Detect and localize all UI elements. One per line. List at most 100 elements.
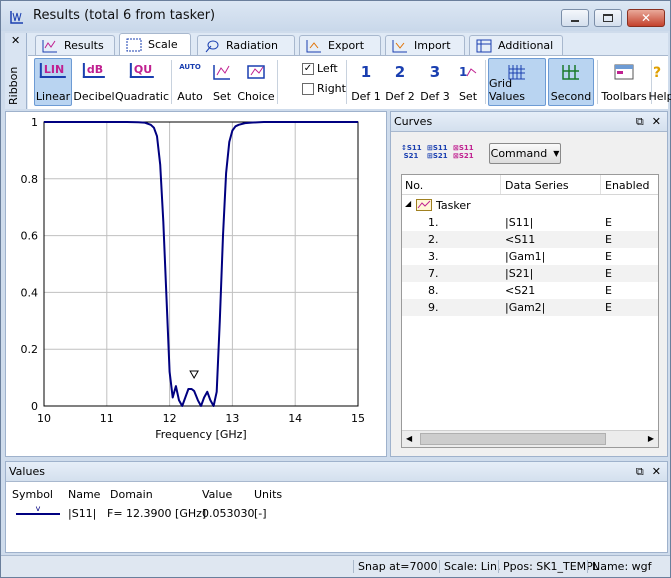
column-header-value[interactable]: Value xyxy=(202,488,232,501)
column-header-series[interactable]: Data Series xyxy=(505,175,601,194)
toolbars-button[interactable]: Toolbars xyxy=(600,58,648,106)
table-row[interactable]: 2. <S11 E xyxy=(402,231,658,248)
left-checkbox-box[interactable]: ✓ xyxy=(302,62,314,75)
set-def-icon: 1 xyxy=(459,65,477,79)
values-row[interactable]: v |S11| F= 12.3900 [GHz] 0.053030 [-] xyxy=(6,504,667,522)
left-axis-checkbox[interactable]: ✓ Left xyxy=(302,62,338,75)
ribbon-separator xyxy=(597,60,598,104)
group-s11-s21-icon[interactable]: ⊞S11 ⊞S21 xyxy=(427,144,448,162)
ribbon-separator xyxy=(277,60,278,104)
column-header-symbol[interactable]: Symbol xyxy=(12,488,53,501)
x-tick-label: 10 xyxy=(37,412,51,425)
def2-button[interactable]: 2 Def 2 xyxy=(384,58,416,106)
ribbon-side-label: Ribbon xyxy=(7,66,20,105)
results-app-icon xyxy=(10,11,23,24)
ribbon-separator xyxy=(171,60,172,104)
values-panel-header: Values ⧉ ✕ xyxy=(6,462,667,482)
close-panel-icon[interactable]: ✕ xyxy=(652,115,661,129)
restore-icon xyxy=(603,14,613,22)
right-checkbox-box[interactable] xyxy=(302,82,314,95)
linear-button[interactable]: LIN Linear xyxy=(34,58,72,106)
curves-panel-header: Curves ⧉ ✕ xyxy=(391,112,667,132)
curves-table-header: No. Data Series Enabled xyxy=(402,175,658,195)
table-row[interactable]: 3. |Gam1| E xyxy=(402,248,658,265)
set-scale-button[interactable]: Set xyxy=(208,58,236,106)
collapse-arrow-icon[interactable]: ◢ xyxy=(405,199,411,208)
y-tick-label: 1 xyxy=(31,116,38,129)
s11-chart[interactable]: 10 11 12 13 14 15 0 0.2 0.4 0.6 0.8 1 Frequency [GHz… xyxy=(6,112,386,456)
select-s11-s21-icon[interactable]: ⊠S11 ⊠S21 xyxy=(453,144,474,162)
set-def-button[interactable]: 1 Set xyxy=(454,58,482,106)
values-panel: Values ⧉ ✕ Symbol Name Domain Value Unit… xyxy=(5,461,668,553)
title-bar: Results (total 6 from tasker) ✕ xyxy=(1,1,670,31)
status-snap: Snap at=7000 xyxy=(353,560,437,573)
export-tab-icon xyxy=(306,39,321,52)
table-row[interactable]: 9. |Gam2| E xyxy=(402,299,658,316)
curves-tree: No. Data Series Enabled ◢ Tasker 1. |S11… xyxy=(401,174,659,448)
curves-panel-title: Curves xyxy=(394,115,433,128)
scroll-left-icon[interactable]: ◀ xyxy=(406,434,412,443)
help-button[interactable]: ? Help xyxy=(648,58,671,106)
grid-values-button[interactable]: Grid Values xyxy=(488,58,546,106)
def1-icon: 1 xyxy=(360,63,372,81)
close-button[interactable]: ✕ xyxy=(627,9,665,27)
right-axis-checkbox[interactable]: Right xyxy=(302,82,346,95)
y-tick-label: 0 xyxy=(31,400,38,413)
set-scale-icon xyxy=(213,65,230,80)
y-tick-label: 0.4 xyxy=(21,286,39,299)
tab-radiation[interactable]: Radiation xyxy=(197,35,295,55)
column-header-name[interactable]: Name xyxy=(68,488,100,501)
scrollbar-thumb[interactable] xyxy=(420,433,606,445)
command-dropdown[interactable]: Command ▼ xyxy=(489,143,561,164)
second-grid-button[interactable]: Second xyxy=(548,58,594,106)
column-header-enabled[interactable]: Enabled xyxy=(605,179,649,192)
auto-scale-icon: AUTO xyxy=(179,63,201,71)
tree-root-tasker[interactable]: ◢ Tasker xyxy=(402,197,658,214)
ribbon-close-icon[interactable]: ✕ xyxy=(11,34,20,47)
column-header-units[interactable]: Units xyxy=(254,488,282,501)
def2-icon: 2 xyxy=(394,63,406,81)
sort-s11-s21-icon[interactable]: ↕S11 S21 xyxy=(401,144,422,162)
second-grid-icon xyxy=(562,65,579,80)
results-window: Results (total 6 from tasker) ✕ ✕ Ribbon… xyxy=(0,0,671,578)
ribbon-side-bar: ✕ Ribbon xyxy=(5,33,27,109)
choice-button[interactable]: Choice xyxy=(237,58,275,106)
table-row[interactable]: 7. |S21| E xyxy=(402,265,658,282)
status-bar: Snap at=7000 Scale: Lin. Ppos: SK1_TEMPL… xyxy=(1,555,670,577)
chevron-down-icon: ▼ xyxy=(553,149,560,158)
tab-import[interactable]: Import xyxy=(385,35,465,55)
plot-area xyxy=(43,121,359,407)
curves-panel: Curves ⧉ ✕ ↕S11 S21 ⊞S11 ⊞S21 ⊠S11 ⊠S21 Com… xyxy=(390,111,668,457)
ribbon: ✕ Ribbon Results Scale Radiation Export xyxy=(5,33,671,109)
minimize-icon xyxy=(571,20,579,22)
def1-button[interactable]: 1 Def 1 xyxy=(350,58,382,106)
tab-results[interactable]: Results xyxy=(35,35,115,55)
table-row[interactable]: 8. <S21 E xyxy=(402,282,658,299)
float-panel-icon[interactable]: ⧉ xyxy=(636,115,644,129)
curves-toolbar: ↕S11 S21 ⊞S11 ⊞S21 ⊠S11 ⊠S21 xyxy=(401,144,474,162)
float-panel-icon[interactable]: ⧉ xyxy=(636,465,644,479)
def3-icon: 3 xyxy=(429,63,441,81)
tab-scale[interactable]: Scale xyxy=(119,33,191,55)
table-row[interactable]: 1. |S11| E xyxy=(402,214,658,231)
x-tick-label: 14 xyxy=(288,412,302,425)
tab-export[interactable]: Export xyxy=(299,35,381,55)
auto-button[interactable]: AUTO Auto xyxy=(174,58,206,106)
close-panel-icon[interactable]: ✕ xyxy=(652,465,661,479)
minimize-button[interactable] xyxy=(561,9,589,27)
column-header-domain[interactable]: Domain xyxy=(110,488,153,501)
def3-button[interactable]: 3 Def 3 xyxy=(418,58,452,106)
horizontal-scrollbar[interactable]: ◀ ▶ xyxy=(402,430,658,447)
tab-additional[interactable]: Additional xyxy=(469,35,563,55)
scale-tab-icon xyxy=(126,38,142,51)
x-tick-label: 11 xyxy=(100,412,114,425)
column-header-no[interactable]: No. xyxy=(405,175,501,194)
decibel-button[interactable]: dB Decibel xyxy=(73,58,115,106)
quadratic-button[interactable]: QU Quadratic xyxy=(115,58,169,106)
status-scale: Scale: Lin. xyxy=(439,560,500,573)
scroll-right-icon[interactable]: ▶ xyxy=(648,434,654,443)
ribbon-separator xyxy=(485,60,486,104)
maximize-button[interactable] xyxy=(594,9,622,27)
ribbon-separator xyxy=(346,60,347,104)
x-axis-label: Frequency [GHz] xyxy=(155,428,246,441)
